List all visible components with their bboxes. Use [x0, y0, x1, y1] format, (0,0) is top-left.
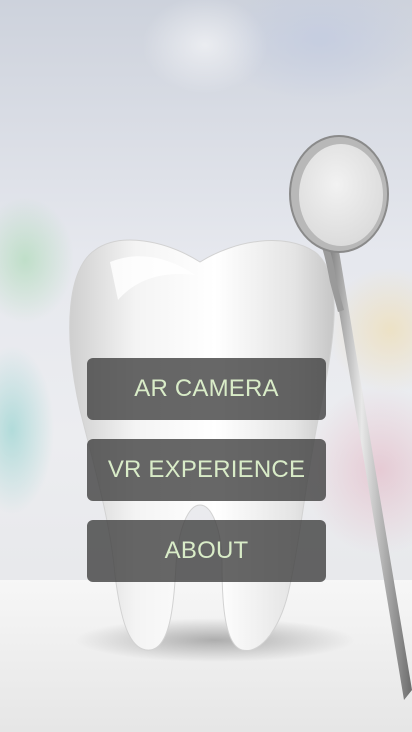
main-menu: AR CAMERA VR EXPERIENCE ABOUT [87, 358, 326, 601]
ar-camera-label: AR CAMERA [134, 375, 279, 402]
vr-experience-button[interactable]: VR EXPERIENCE [87, 439, 326, 501]
main-menu-screen: AR CAMERA VR EXPERIENCE ABOUT [0, 0, 412, 732]
vr-experience-label: VR EXPERIENCE [107, 456, 306, 483]
about-label: ABOUT [164, 537, 249, 564]
about-button[interactable]: ABOUT [87, 520, 326, 582]
ar-camera-button[interactable]: AR CAMERA [87, 358, 326, 420]
